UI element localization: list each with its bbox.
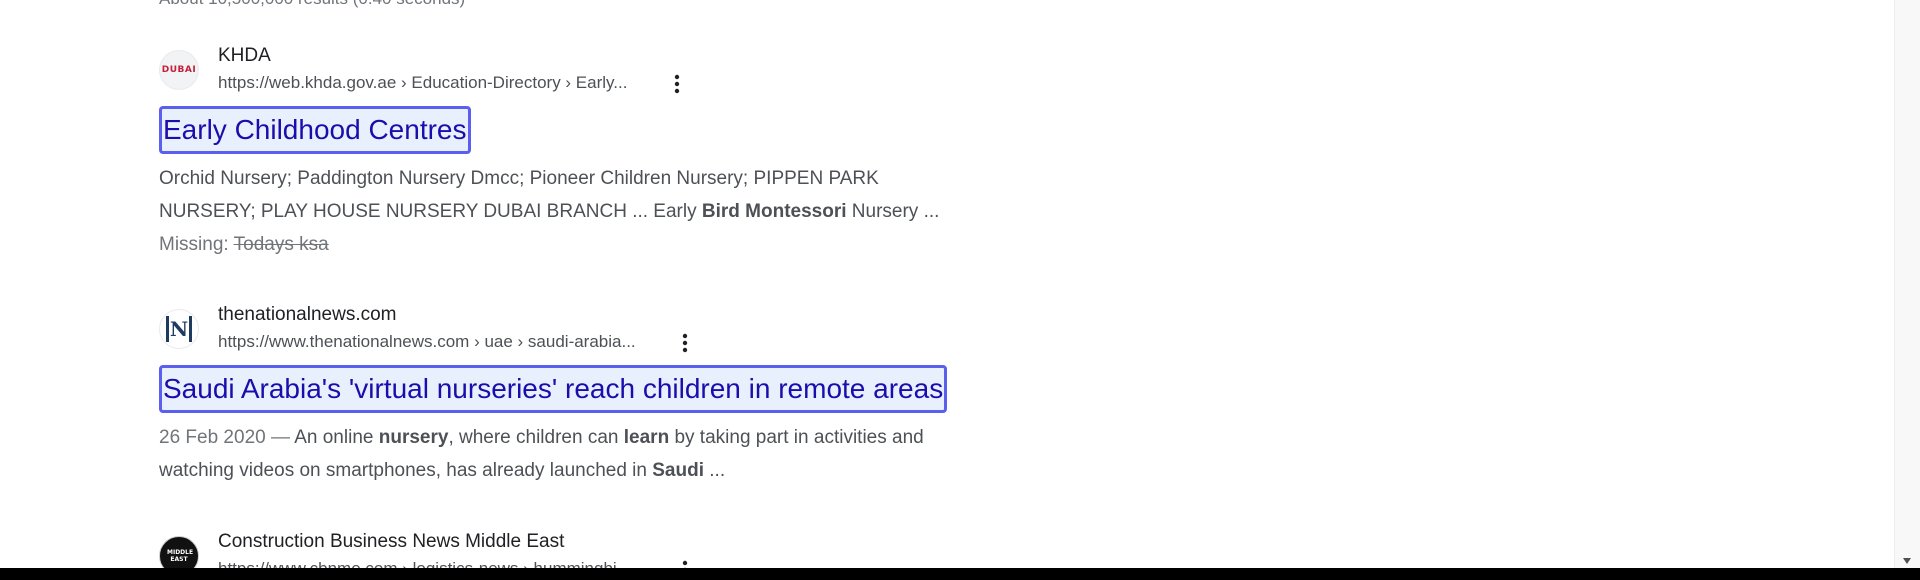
result-url: https://www.thenationalnews.com › uae › … — [218, 332, 636, 351]
results-stats: About 10,500,000 results (0.40 seconds) — [159, 0, 465, 11]
snippet-line: watching videos on smartphones, has alre… — [159, 454, 1039, 487]
the-national-n-logo-icon: N — [159, 309, 199, 349]
snippet-line: Orchid Nursery; Paddington Nursery Dmcc;… — [159, 168, 879, 189]
snippet-bold: Bird Montessori — [701, 201, 847, 222]
result-url: https://web.khda.gov.ae › Education-Dire… — [218, 73, 628, 92]
snippet-text: , where children can — [448, 427, 624, 448]
missing-terms-strike: Todays ksa — [233, 234, 329, 255]
snippet-text: watching videos on smartphones, has alre… — [159, 460, 653, 481]
snippet-bold: nursery — [378, 427, 449, 448]
missing-terms: Missing: Todays ksa — [159, 228, 1039, 261]
snippet-text: by taking part in activities and — [669, 427, 924, 448]
result-site-name: KHDA — [218, 45, 271, 66]
favicon-text: DUBAI — [161, 65, 197, 75]
result-site-name: Construction Business News Middle East — [218, 531, 565, 552]
result-snippet: 26 Feb 2020 — An online nursery, where c… — [159, 421, 1039, 487]
vertical-scrollbar[interactable] — [1894, 0, 1920, 568]
snippet-date: 26 Feb 2020 — — [159, 427, 295, 448]
snippet-bold: learn — [623, 427, 670, 448]
search-result-khda: DUBAI KHDA https://web.khda.gov.ae › Edu… — [159, 44, 1059, 261]
more-options-icon[interactable] — [673, 331, 697, 355]
snippet-text: ... — [703, 460, 726, 481]
result-title-link[interactable]: Early Childhood Centres — [159, 106, 471, 154]
favicon-text: MIDDLE EAST — [167, 549, 194, 563]
bottom-edge-bar — [0, 568, 1920, 580]
snippet-text: NURSERY; PLAY HOUSE NURSERY DUBAI BRANCH… — [159, 201, 702, 222]
missing-label: Missing: — [159, 234, 234, 255]
snippet-text: An online — [294, 427, 379, 448]
more-options-icon[interactable] — [665, 72, 689, 96]
snippet-line: NURSERY; PLAY HOUSE NURSERY DUBAI BRANCH… — [159, 195, 1039, 228]
result-title-link[interactable]: Saudi Arabia's 'virtual nurseries' reach… — [159, 365, 948, 413]
snippet-bold: Saudi — [652, 460, 704, 481]
snippet-line: 26 Feb 2020 — An online nursery, where c… — [159, 421, 1039, 454]
dubai-khda-logo-icon: DUBAI — [159, 50, 199, 90]
result-site-row[interactable]: DUBAI KHDA https://web.khda.gov.ae › Edu… — [159, 44, 1059, 100]
favicon-text: N — [169, 317, 189, 341]
search-result-thenational: N thenationalnews.com https://www.thenat… — [159, 303, 1059, 487]
scroll-down-arrow-icon[interactable] — [1903, 558, 1911, 564]
result-site-name: thenationalnews.com — [218, 304, 397, 325]
result-snippet: Orchid Nursery; Paddington Nursery Dmcc;… — [159, 162, 1039, 261]
result-site-row[interactable]: N thenationalnews.com https://www.thenat… — [159, 303, 1059, 359]
snippet-text: Nursery ... — [846, 201, 940, 222]
search-results-page: About 10,500,000 results (0.40 seconds) … — [0, 0, 1920, 580]
